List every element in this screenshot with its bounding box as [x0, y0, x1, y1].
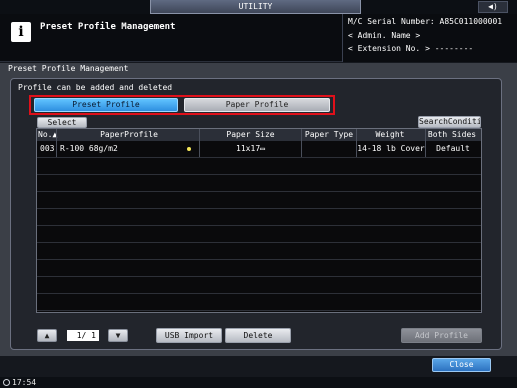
delete-button[interactable]: Delete [225, 328, 291, 343]
row-paper-type [301, 142, 357, 156]
table-row [37, 294, 481, 311]
tab-paper-profile[interactable]: Paper Profile [184, 98, 330, 112]
info-text: Profile can be added and deleted [18, 83, 173, 92]
table-row [37, 243, 481, 260]
utility-tab[interactable]: UTILITY [150, 0, 361, 14]
speaker-icon[interactable]: ◀) [478, 1, 508, 13]
table-row [37, 260, 481, 277]
row-no: 003 [40, 144, 55, 153]
page-title: Preset Profile Management [40, 22, 176, 32]
row-paper-size: 11x17▭ [236, 144, 265, 153]
panel-title: Preset Profile Management [8, 64, 129, 73]
clock-time: 17:54 [12, 378, 37, 387]
table-row [37, 277, 481, 294]
table-row [37, 158, 481, 175]
col-paper-type[interactable]: Paper Type [301, 129, 357, 141]
page-down-button[interactable]: ▼ [108, 329, 128, 342]
close-button[interactable]: Close [432, 358, 491, 372]
page-up-button[interactable]: ▲ [37, 329, 57, 342]
tab-preset-profile[interactable]: Preset Profile [34, 98, 178, 112]
col-both-sides[interactable]: Both Sides [423, 129, 481, 141]
add-profile-button[interactable]: Add Profile [401, 328, 482, 343]
usb-import-button[interactable]: USB Import [156, 328, 222, 343]
col-paper-size[interactable]: Paper Size [200, 129, 301, 141]
table-row [37, 175, 481, 192]
col-weight[interactable]: Weight [357, 129, 423, 141]
table-row [37, 209, 481, 226]
row-profile: R-100 68g/m2 [60, 144, 118, 153]
status-dot-icon [187, 147, 191, 151]
table-row [37, 192, 481, 209]
select-all-button[interactable]: Select All [37, 117, 87, 136]
search-conditions-button[interactable]: SearchConditions [418, 116, 481, 128]
status-bar [0, 377, 517, 388]
page-indicator: 1/ 1 [67, 330, 99, 341]
clock-icon [3, 379, 10, 386]
table-row [37, 226, 481, 243]
row-weight: 14-18 lb Cover [357, 144, 425, 153]
row-both-sides: Default [436, 144, 470, 153]
admin-name: < Admin. Name > [348, 31, 421, 40]
col-paper-profile[interactable]: PaperProfile [58, 129, 200, 141]
col-no[interactable]: No.▲ [38, 129, 58, 141]
info-icon: i [11, 22, 31, 42]
extension-number: < Extension No. > -------- [348, 44, 474, 53]
serial-number: M/C Serial Number: A85C011000001 [348, 17, 503, 26]
